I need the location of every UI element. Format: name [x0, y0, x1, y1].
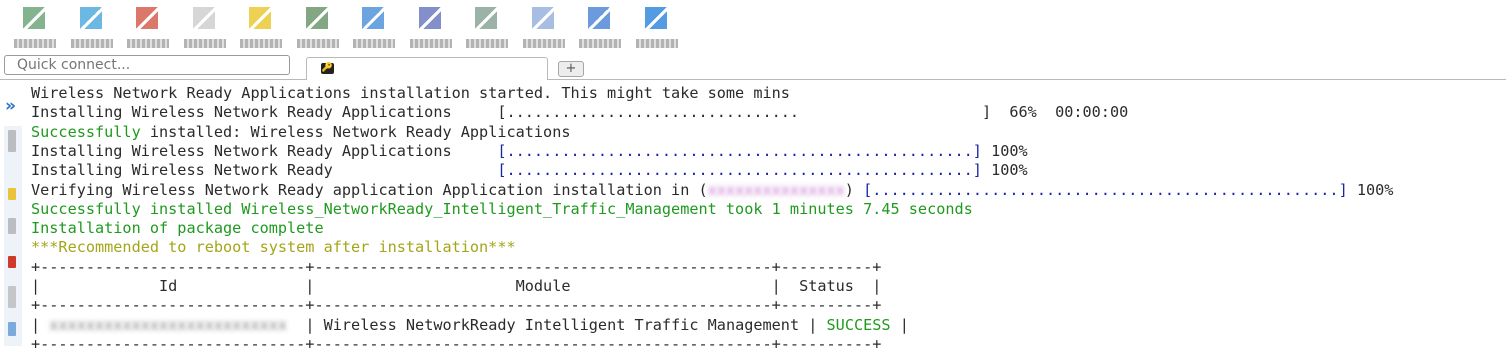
terminal-text: 100%: [981, 161, 1028, 180]
terminal-line: Installing Wireless Network Ready [.....…: [31, 161, 1028, 180]
toolbar-button[interactable]: [462, 5, 514, 51]
pixelated-toolbar-icon: [23, 7, 45, 29]
pixelated-toolbar-icon: [475, 7, 497, 29]
session-tab[interactable]: 🔑: [306, 57, 548, 80]
toolbar-button[interactable]: [180, 5, 232, 51]
terminal-text: 100%: [1347, 180, 1394, 199]
terminal-text: | Id | Module | Status |: [31, 277, 882, 295]
terminal-text: [.......................................…: [497, 141, 982, 160]
terminal-text: Wireless Network Ready Applications inst…: [31, 84, 790, 102]
terminal-text: SUCCESS: [826, 315, 891, 334]
toolbar-button-label: [183, 39, 226, 48]
pixelated-toolbar-icon: [192, 7, 215, 29]
terminal-text: Installing Wireless Network Ready Applic…: [31, 141, 498, 160]
toolbar-button-label: [296, 39, 339, 48]
toolbar-button-label: [14, 39, 56, 48]
toolbar-button-label: [522, 39, 565, 48]
toolbar-button[interactable]: [123, 5, 175, 51]
terminal-text: | Wireless NetworkReady Intelligent Traf…: [287, 315, 827, 334]
toolbar-button-label: [635, 39, 678, 48]
terminal-text: Successfully installed Wireless_NetworkR…: [31, 199, 973, 218]
session-list-strip: [4, 126, 22, 346]
toolbar-button[interactable]: [293, 5, 345, 51]
pixelated-toolbar-icon: [136, 7, 158, 29]
pixelated-toolbar-icon: [418, 7, 441, 29]
pixelated-toolbar-icon: [79, 7, 102, 29]
toolbar-button[interactable]: [519, 5, 571, 51]
pixelated-toolbar-icon: [644, 7, 667, 29]
terminal-line: Installation of package complete: [31, 219, 324, 238]
pixelated-toolbar-icon: [362, 7, 384, 29]
pixelated-toolbar-icon: [531, 7, 554, 29]
terminal-text: |: [890, 315, 909, 334]
terminal-text: 100%: [981, 141, 1028, 160]
pixelated-icon: [8, 188, 16, 200]
tab-bar: 🔑 +: [0, 54, 1506, 80]
toolbar-button[interactable]: [236, 5, 288, 51]
toolbar-button[interactable]: [575, 5, 627, 51]
terminal-text: Installing Wireless Network Ready Applic…: [31, 103, 1129, 122]
toolbar-button[interactable]: [406, 5, 458, 51]
terminal-output[interactable]: Wireless Network Ready Applications inst…: [31, 84, 1506, 353]
toolbar-button-label: [466, 39, 508, 48]
terminal-text: Installation of package complete: [31, 219, 324, 238]
terminal-text: ***Recommended to reboot system after in…: [31, 238, 516, 257]
terminal-text: xxxxxxxxxxxxxxxxxxxxxxxxxx: [49, 315, 288, 334]
terminal-line: Installing Wireless Network Ready Applic…: [31, 142, 1028, 161]
terminal-text: Successfully: [31, 122, 141, 141]
terminal-text: ): [844, 180, 864, 199]
toolbar-button-label: [409, 39, 452, 48]
left-gutter: »: [0, 84, 27, 346]
pixelated-icon: [8, 286, 16, 308]
quick-connect-input[interactable]: [4, 55, 290, 75]
toolbar-button[interactable]: [632, 5, 684, 51]
terminal-line: Installing Wireless Network Ready Applic…: [31, 103, 1128, 122]
pixelated-icon: [8, 130, 16, 152]
terminal-text: |: [31, 315, 50, 334]
terminal-text: Installing Wireless Network Ready: [31, 161, 498, 180]
toolbar-button-label: [353, 39, 395, 48]
expand-chevron-icon[interactable]: »: [5, 98, 16, 115]
terminal-line: ***Recommended to reboot system after in…: [31, 238, 516, 257]
pixelated-toolbar-icon: [249, 7, 271, 29]
new-tab-button[interactable]: +: [558, 61, 584, 77]
toolbar-button-label: [127, 39, 169, 48]
terminal-line: Verifying Wireless Network Ready applica…: [31, 181, 1393, 200]
terminal-line: Wireless Network Ready Applications inst…: [31, 84, 790, 103]
terminal-text: xxxxxxxxxxxxxxx: [707, 180, 845, 199]
pixelated-icon: [8, 256, 16, 268]
pixelated-toolbar-icon: [588, 7, 610, 29]
terminal-text: Verifying Wireless Network Ready applica…: [31, 180, 708, 199]
terminal-line: Successfully installed Wireless_NetworkR…: [31, 200, 973, 219]
toolbar-button[interactable]: [10, 5, 62, 51]
toolbar-button-label: [240, 39, 282, 48]
pixelated-icon: [8, 322, 16, 336]
terminal-line: Successfully installed: Wireless Network…: [31, 123, 571, 142]
terminal-text: [.......................................…: [497, 161, 982, 180]
terminal-line: +-----------------------------+---------…: [31, 258, 881, 277]
terminal-text: +-----------------------------+---------…: [31, 334, 882, 353]
terminal-line: | Id | Module | Status |: [31, 277, 881, 296]
toolbar-button[interactable]: [67, 5, 119, 51]
toolbar: [0, 0, 1506, 54]
pixelated-icon: [8, 218, 16, 234]
terminal-text: +-----------------------------+---------…: [31, 257, 882, 276]
terminal-text: +-----------------------------+---------…: [31, 296, 882, 315]
toolbar-button-label: [579, 39, 621, 48]
pixelated-toolbar-icon: [305, 7, 328, 29]
terminal-line: +-----------------------------+---------…: [31, 296, 881, 315]
terminal-text: installed: Wireless Network Ready Applic…: [140, 122, 571, 141]
terminal-text: [.......................................…: [863, 180, 1348, 199]
key-icon: 🔑: [321, 63, 334, 74]
toolbar-button-label: [70, 39, 113, 48]
terminal-line: +-----------------------------+---------…: [31, 335, 881, 354]
terminal-line: | xxxxxxxxxxxxxxxxxxxxxxxxxx | Wireless …: [31, 316, 909, 335]
toolbar-button[interactable]: [349, 5, 401, 51]
